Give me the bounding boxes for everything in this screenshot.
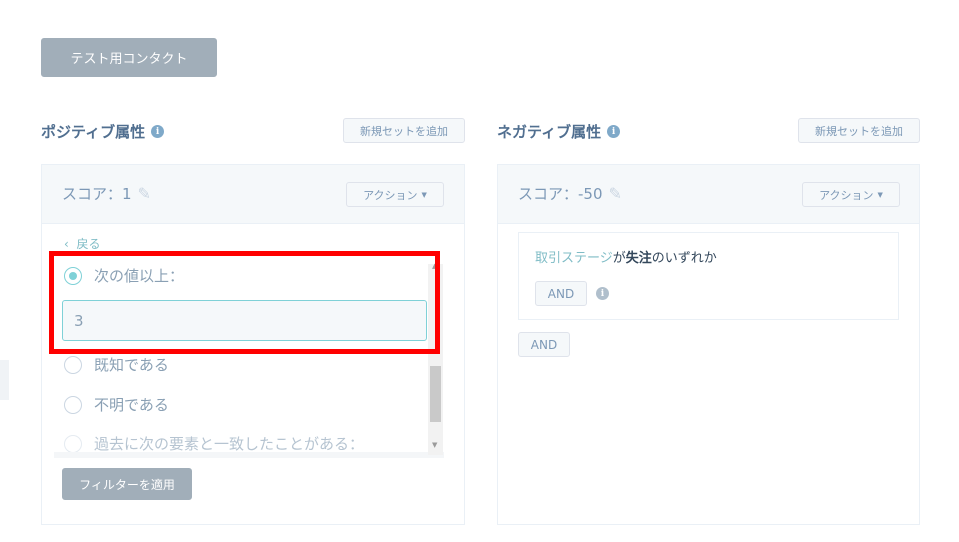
option-known[interactable]: 既知である — [64, 354, 169, 375]
condition-value: 失注 — [625, 251, 652, 266]
positive-action-dropdown[interactable]: アクション ▼ — [346, 182, 444, 207]
negative-panel-header: スコア：-50 ✎ アクション ▼ — [498, 165, 919, 224]
negative-attributes-title: ネガティブ属性 i — [497, 121, 621, 142]
negative-score-label: スコア：-50 — [518, 185, 603, 203]
chevron-left-icon: ‹ — [64, 237, 69, 251]
option-unknown[interactable]: 不明である — [64, 394, 169, 415]
scroll-down-icon[interactable]: ▼ — [432, 441, 437, 449]
negative-condition-card — [518, 232, 899, 320]
back-link[interactable]: ‹ 戻る — [64, 235, 100, 252]
positive-title-text: ポジティブ属性 — [41, 123, 146, 141]
radio[interactable] — [64, 395, 82, 414]
list-bottom-fade — [54, 452, 444, 458]
option-greater-or-equal[interactable]: 次の値以上： — [64, 265, 184, 286]
option-label: 不明である — [94, 396, 169, 414]
negative-add-set-button[interactable]: 新規セットを追加 — [798, 118, 920, 143]
scrollbar-thumb[interactable] — [430, 366, 441, 422]
caret-down-icon: ▼ — [877, 190, 883, 199]
positive-attributes-title: ポジティブ属性 i — [41, 121, 165, 142]
action-label: アクション — [819, 188, 874, 202]
condition-particle: が — [612, 251, 626, 266]
option-label: 次の値以上： — [94, 267, 185, 285]
positive-panel-header: スコア：1 ✎ アクション ▼ — [42, 165, 464, 224]
negative-title-text: ネガティブ属性 — [497, 123, 602, 141]
info-icon[interactable]: i — [607, 125, 621, 138]
action-label: アクション — [363, 188, 418, 202]
pencil-icon[interactable]: ✎ — [138, 184, 151, 203]
test-contact-button[interactable]: テスト用コンタクト — [41, 38, 217, 77]
radio[interactable] — [64, 434, 82, 453]
apply-filter-button[interactable]: フィルターを適用 — [62, 468, 192, 500]
negative-action-dropdown[interactable]: アクション ▼ — [802, 182, 900, 207]
option-label: 過去に次の要素と一致したことがある： — [94, 435, 365, 453]
negative-score: スコア：-50 ✎ — [518, 183, 622, 204]
option-previously-matched[interactable]: 過去に次の要素と一致したことがある： — [64, 433, 364, 454]
back-label: 戻る — [76, 237, 101, 251]
radio-checked[interactable] — [64, 266, 82, 285]
inner-and-button[interactable]: AND — [535, 281, 587, 306]
condition-particle: のいずれか — [651, 251, 717, 266]
positive-score-label: スコア：1 — [62, 185, 132, 203]
options-scrollbar[interactable] — [428, 264, 443, 455]
value-input[interactable] — [62, 300, 427, 341]
scroll-up-icon[interactable]: ▲ — [432, 262, 437, 270]
outer-and-button[interactable]: AND — [518, 332, 570, 357]
info-icon[interactable]: i — [596, 287, 609, 300]
pencil-icon[interactable]: ✎ — [609, 184, 622, 203]
positive-score: スコア：1 ✎ — [62, 183, 151, 204]
positive-add-set-button[interactable]: 新規セットを追加 — [343, 118, 465, 143]
negative-condition-text: 取引ステージが失注のいずれか — [535, 247, 717, 266]
property-link[interactable]: 取引ステージ — [535, 251, 613, 266]
caret-down-icon: ▼ — [421, 190, 427, 199]
option-label: 既知である — [94, 356, 169, 374]
radio[interactable] — [64, 355, 82, 374]
left-edge-mark — [0, 360, 9, 400]
info-icon[interactable]: i — [151, 125, 165, 138]
